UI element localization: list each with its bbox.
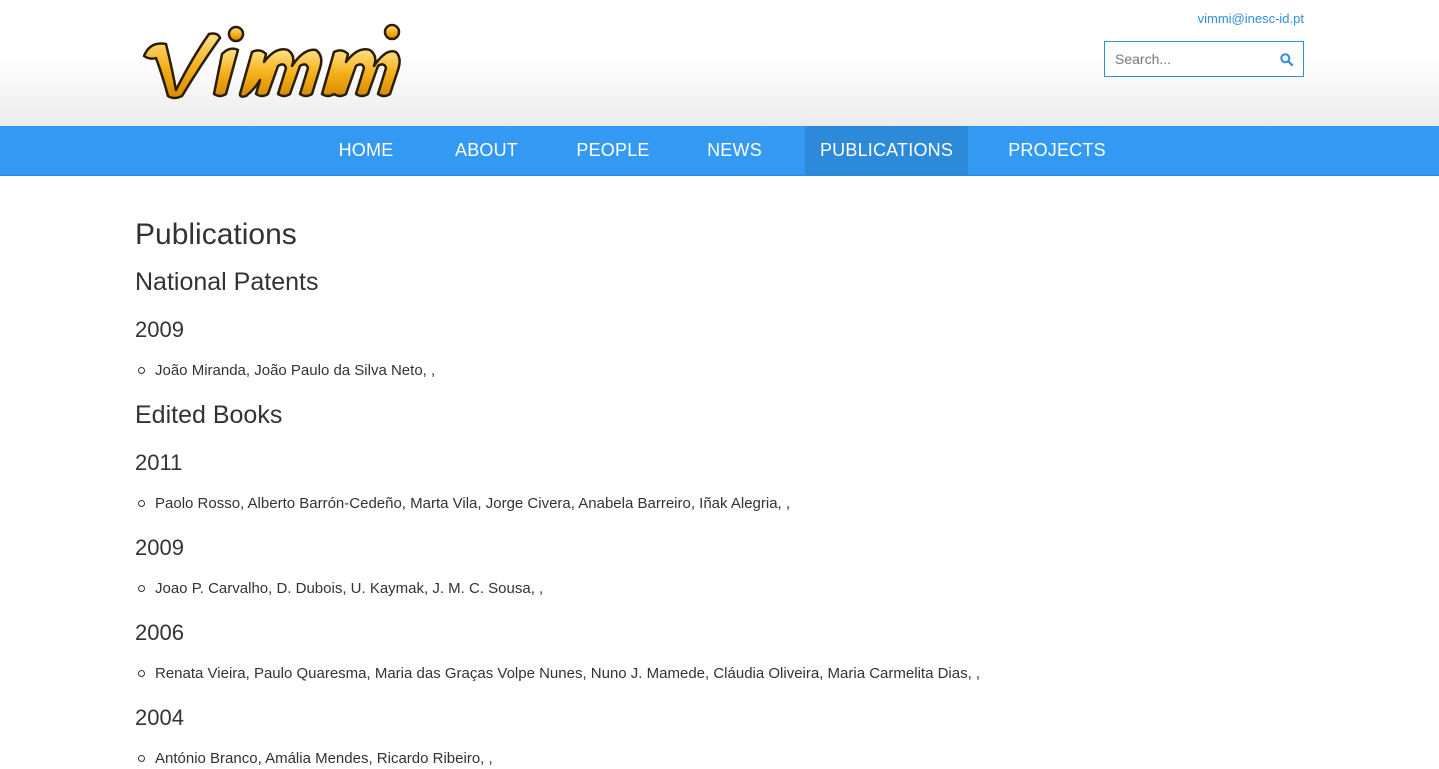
section-heading-edited-books: Edited Books [135, 401, 283, 429]
search-box [1104, 41, 1304, 77]
year-heading: 2009 [135, 317, 184, 342]
year-heading: 2009 [135, 535, 184, 560]
publication-authors: António Branco, Amália Mendes, Ricardo R… [155, 750, 493, 767]
publication-list-item: Renata Vieira, Paulo Quaresma, Maria das… [135, 665, 980, 682]
nav-item-publications[interactable]: PUBLICATIONS [805, 126, 968, 175]
publication-list-item: João Miranda, João Paulo da Silva Neto, … [135, 362, 435, 379]
vimmi-logo-graphic [142, 23, 401, 100]
bullet-icon [138, 500, 145, 507]
publication-authors: Renata Vieira, Paulo Quaresma, Maria das… [155, 665, 981, 682]
year-heading: 2006 [135, 620, 184, 645]
publication-authors: Paolo Rosso, Alberto Barrón-Cedeño, Mart… [155, 495, 791, 512]
vimmi-logo[interactable] [134, 16, 409, 106]
nav-item-about[interactable]: ABOUT [440, 126, 533, 175]
year-heading: 2011 [135, 450, 183, 475]
nav-item-home[interactable]: HOME [322, 126, 410, 175]
bullet-icon [138, 367, 145, 374]
bullet-icon [138, 755, 145, 762]
search-button[interactable] [1269, 42, 1303, 76]
section-heading-national-patents: National Patents [135, 268, 319, 296]
publication-list-item: António Branco, Amália Mendes, Ricardo R… [135, 750, 493, 767]
nav-item-news[interactable]: NEWS [693, 126, 776, 175]
page-title: Publications [135, 218, 297, 251]
bullet-icon [138, 585, 145, 592]
search-icon [1279, 52, 1293, 66]
publication-list-item: Paolo Rosso, Alberto Barrón-Cedeño, Mart… [135, 495, 790, 512]
nav-item-projects[interactable]: PROJECTS [997, 126, 1117, 175]
bullet-icon [138, 670, 145, 677]
site-header: vimmi@inesc-id.pt [0, 0, 1439, 126]
publication-authors: Joao P. Carvalho, D. Dubois, U. Kaymak, … [155, 580, 544, 597]
nav-item-people[interactable]: PEOPLE [563, 126, 663, 175]
publication-list-item: Joao P. Carvalho, D. Dubois, U. Kaymak, … [135, 580, 543, 597]
year-heading: 2004 [135, 705, 184, 730]
contact-email-link[interactable]: vimmi@inesc-id.pt [1198, 11, 1304, 26]
main-navbar: HOME ABOUT PEOPLE NEWS PUBLICATIONS PROJ… [0, 126, 1439, 176]
publication-authors: João Miranda, João Paulo da Silva Neto, … [155, 362, 436, 379]
search-input[interactable] [1105, 42, 1273, 76]
